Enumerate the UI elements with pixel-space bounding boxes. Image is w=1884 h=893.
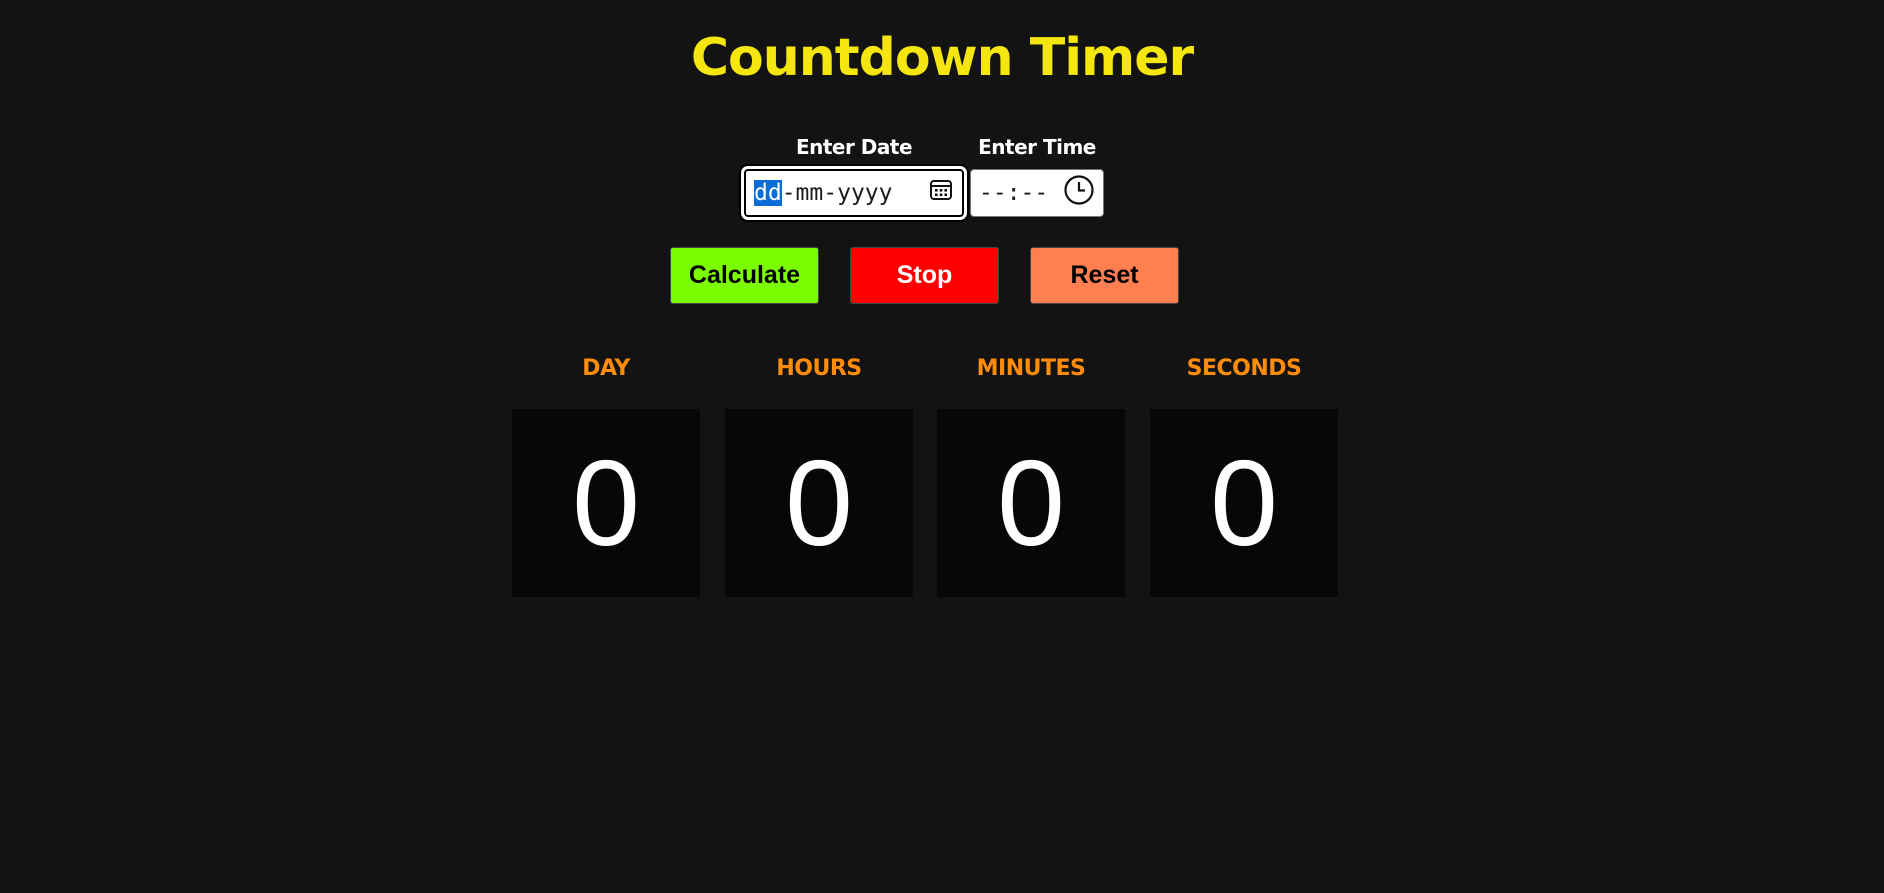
seconds-label: SECONDS [1186,356,1302,381]
date-day-segment[interactable]: dd [754,180,782,206]
time-value[interactable]: --:-- [979,180,1048,206]
hours-value: 0 [725,409,913,597]
page-title: Countdown Timer [690,28,1194,88]
time-label: Enter Time [978,135,1096,159]
minutes-label: MINUTES [976,356,1086,381]
day-value: 0 [512,409,700,597]
calculate-button[interactable]: Calculate [670,247,819,304]
date-label: Enter Date [795,135,913,159]
stop-button[interactable]: Stop [850,247,999,304]
date-input[interactable]: dd -mm-yyyy [742,167,966,219]
reset-button[interactable]: Reset [1030,247,1179,304]
minutes-value: 0 [937,409,1125,597]
day-label: DAY [582,356,630,381]
clock-icon[interactable] [1063,174,1095,212]
calendar-icon[interactable] [928,177,954,209]
seconds-value: 0 [1150,409,1338,597]
hours-label: HOURS [776,356,862,381]
date-rest-segments[interactable]: -mm-yyyy [782,180,893,206]
time-input[interactable]: --:-- [970,169,1104,217]
